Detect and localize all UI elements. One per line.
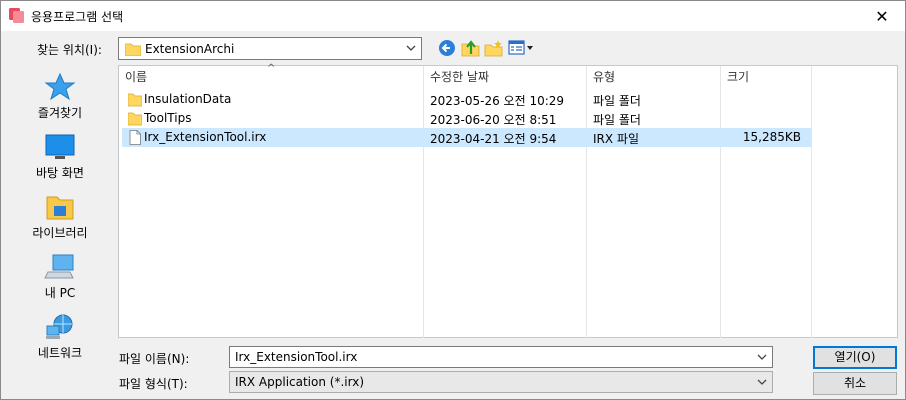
chevron-down-icon xyxy=(406,45,416,51)
folder-icon xyxy=(128,112,142,126)
file-type: IRX 파일 xyxy=(593,132,639,146)
chevron-down-icon xyxy=(757,379,767,385)
file-date: 2023-04-21 오전 9:54 xyxy=(430,132,557,146)
place-network[interactable]: 네트워크 xyxy=(10,308,110,368)
column-divider[interactable] xyxy=(811,66,812,338)
place-favorites[interactable]: 즐겨찾기 xyxy=(10,68,110,128)
open-button[interactable]: 열기(O) xyxy=(813,346,897,369)
folder-icon xyxy=(125,43,141,56)
file-name: Irx_ExtensionTool.irx xyxy=(144,130,267,144)
column-header-type[interactable]: 유형 xyxy=(593,66,615,90)
filetype-value: IRX Application (*.irx) xyxy=(235,375,364,389)
place-label: 바탕 화면 xyxy=(36,166,84,180)
open-file-dialog: 응용프로그램 선택 ✕ 찾는 위치(I): ExtensionArchi 즐겨찾… xyxy=(0,0,906,400)
file-type: 파일 폴더 xyxy=(593,113,641,127)
filetype-label: 파일 형식(T): xyxy=(119,377,188,391)
app-icon xyxy=(9,8,24,23)
column-header-name[interactable]: 이름 xyxy=(125,66,147,90)
column-header-date[interactable]: 수정한 날짜 xyxy=(430,66,489,90)
lookin-label: 찾는 위치(I): xyxy=(37,43,102,57)
place-this-pc[interactable]: 내 PC xyxy=(10,248,110,308)
close-icon: ✕ xyxy=(875,6,889,26)
lookin-dropdown[interactable]: ExtensionArchi xyxy=(118,37,422,60)
places-bar: 즐겨찾기 바탕 화면 라이브러리 내 PC 네트워크 xyxy=(10,68,110,368)
filename-value: Irx_ExtensionTool.irx xyxy=(235,350,358,364)
up-folder-icon[interactable] xyxy=(461,39,481,57)
place-label: 네트워크 xyxy=(37,346,83,360)
sort-ascending-icon: ^ xyxy=(267,63,276,74)
file-type: 파일 폴더 xyxy=(593,94,641,108)
filename-input[interactable]: Irx_ExtensionTool.irx xyxy=(229,346,773,368)
window-title: 응용프로그램 선택 xyxy=(31,10,124,24)
close-button[interactable]: ✕ xyxy=(859,1,905,31)
place-desktop[interactable]: 바탕 화면 xyxy=(10,128,110,188)
list-item[interactable]: InsulationData 2023-05-26 오전 10:29 파일 폴더 xyxy=(122,90,811,109)
file-date: 2023-05-26 오전 10:29 xyxy=(430,94,565,108)
folder-icon xyxy=(128,93,142,107)
computer-icon xyxy=(44,254,74,279)
file-date: 2023-06-20 오전 8:51 xyxy=(430,113,557,127)
cancel-button[interactable]: 취소 xyxy=(813,372,897,395)
filetype-dropdown[interactable]: IRX Application (*.irx) xyxy=(229,371,773,393)
list-item[interactable]: ToolTips 2023-06-20 오전 8:51 파일 폴더 xyxy=(122,109,811,128)
file-name: InsulationData xyxy=(144,92,232,106)
filename-label: 파일 이름(N): xyxy=(119,352,190,366)
file-icon xyxy=(129,130,141,145)
place-label: 라이브러리 xyxy=(32,226,88,240)
place-libraries[interactable]: 라이브러리 xyxy=(10,188,110,248)
column-header-size[interactable]: 크기 xyxy=(727,66,749,90)
view-menu-icon[interactable] xyxy=(508,39,534,57)
network-icon xyxy=(46,314,73,339)
new-folder-icon[interactable] xyxy=(484,39,504,57)
chevron-down-icon[interactable] xyxy=(756,350,768,364)
title-bar[interactable]: 응용프로그램 선택 ✕ xyxy=(1,1,905,31)
desktop-icon xyxy=(45,134,75,159)
library-icon xyxy=(46,196,74,220)
back-icon[interactable] xyxy=(438,39,458,57)
file-name: ToolTips xyxy=(144,111,192,125)
place-label: 즐겨찾기 xyxy=(37,106,83,120)
place-label: 내 PC xyxy=(44,286,76,300)
file-size: 15,285KB xyxy=(742,130,801,144)
file-list[interactable]: 이름 ^ 수정한 날짜 유형 크기 InsulationData 2023-05… xyxy=(118,63,898,338)
list-item-selected[interactable]: Irx_ExtensionTool.irx 2023-04-21 오전 9:54… xyxy=(122,128,811,147)
star-icon xyxy=(44,72,76,101)
lookin-value: ExtensionArchi xyxy=(145,42,235,56)
